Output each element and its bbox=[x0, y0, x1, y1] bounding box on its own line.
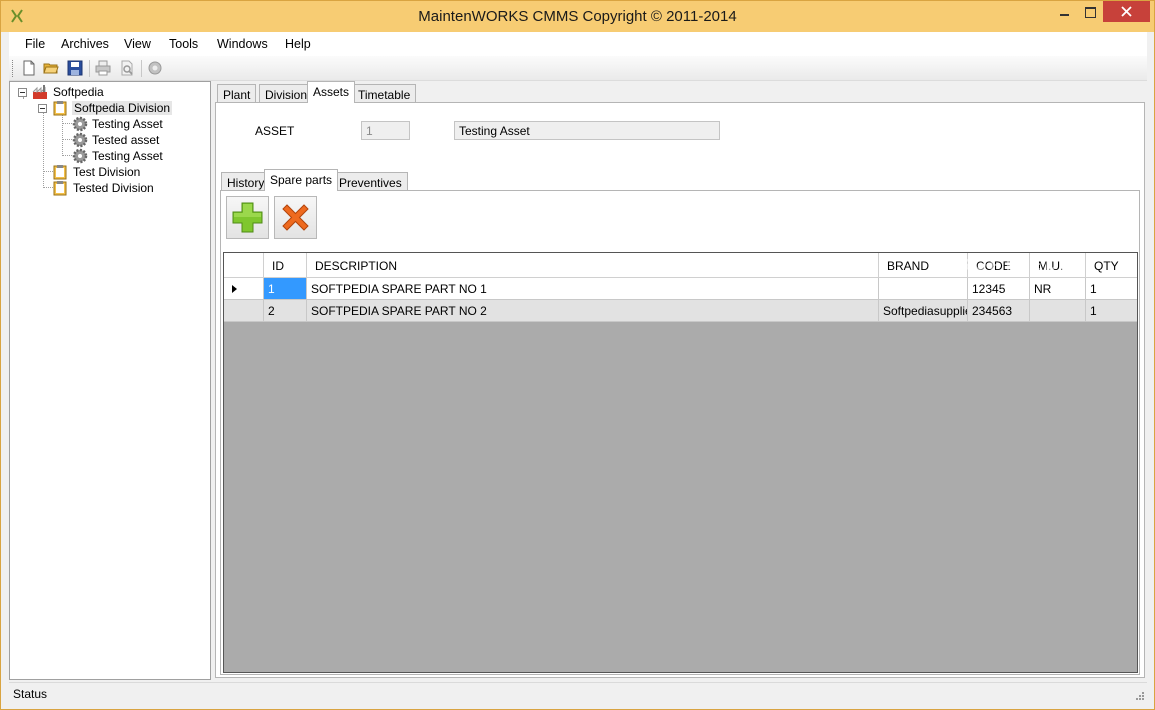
cell-id[interactable]: 1 bbox=[264, 278, 307, 300]
toolbar-grip[interactable] bbox=[12, 60, 15, 77]
row-header[interactable] bbox=[224, 278, 264, 300]
delete-part-button[interactable] bbox=[274, 196, 317, 239]
cell-description[interactable]: SOFTPEDIA SPARE PART NO 2 bbox=[307, 300, 879, 322]
cell-qty[interactable]: 1 bbox=[1086, 278, 1137, 300]
close-button[interactable] bbox=[1103, 1, 1150, 22]
delete-icon bbox=[282, 204, 309, 231]
row-header-corner bbox=[224, 253, 264, 278]
toolbar-separator bbox=[141, 60, 142, 77]
clipboard-icon bbox=[53, 181, 67, 196]
window-title: MaintenWORKS CMMS Copyright © 2011-2014 bbox=[418, 8, 737, 25]
factory-icon bbox=[32, 85, 47, 99]
menu-view[interactable]: View bbox=[124, 37, 151, 51]
tree-label: Tested asset bbox=[92, 133, 160, 147]
tree-label: Test Division bbox=[73, 165, 141, 179]
open-folder-icon[interactable] bbox=[43, 60, 59, 76]
save-icon[interactable] bbox=[67, 60, 83, 76]
column-header-qty[interactable]: QTY bbox=[1086, 253, 1137, 278]
assets-tab-page: ASSET 1 Testing Asset History Spare part… bbox=[215, 102, 1145, 678]
tree-collapse-toggle[interactable] bbox=[38, 104, 47, 113]
menu-help[interactable]: Help bbox=[285, 37, 311, 51]
gear-icon bbox=[72, 132, 88, 148]
tree-label-selected: Softpedia Division bbox=[72, 101, 173, 115]
tree-view[interactable]: Softpedia Softpedia Division Testing Ass… bbox=[9, 81, 211, 680]
clipboard-icon bbox=[53, 101, 67, 116]
add-part-button[interactable] bbox=[226, 196, 269, 239]
column-header-code[interactable]: CODE bbox=[968, 253, 1030, 278]
spare-parts-grid[interactable]: ID DESCRIPTION BRAND CODE M.U. QTY 1 SOF… bbox=[223, 252, 1138, 673]
tree-node-division[interactable]: Softpedia Division bbox=[10, 100, 210, 116]
tree-label: Softpedia bbox=[53, 85, 104, 99]
grid-header-row: ID DESCRIPTION BRAND CODE M.U. QTY bbox=[224, 253, 1137, 278]
asset-id-field[interactable]: 1 bbox=[361, 121, 410, 140]
cell-description[interactable]: SOFTPEDIA SPARE PART NO 1 bbox=[307, 278, 879, 300]
tree-node-asset[interactable]: Tested asset bbox=[10, 132, 210, 148]
tab-history[interactable]: History bbox=[221, 172, 271, 191]
minimize-button[interactable] bbox=[1051, 1, 1077, 22]
print-preview-icon[interactable] bbox=[119, 60, 135, 76]
tab-assets[interactable]: Assets bbox=[307, 81, 356, 103]
row-header[interactable] bbox=[224, 300, 264, 322]
menu-tools[interactable]: Tools bbox=[169, 37, 198, 51]
cell-mu[interactable] bbox=[1030, 300, 1086, 322]
cell-qty[interactable]: 1 bbox=[1086, 300, 1137, 322]
settings-icon[interactable] bbox=[147, 60, 163, 76]
cell-brand[interactable] bbox=[879, 278, 968, 300]
tree-collapse-toggle[interactable] bbox=[18, 88, 27, 97]
maximize-button[interactable] bbox=[1077, 1, 1103, 22]
toolbar-separator bbox=[89, 60, 90, 77]
cell-brand[interactable]: Softpediasupplier bbox=[879, 300, 968, 322]
tree-node-asset[interactable]: Testing Asset bbox=[10, 148, 210, 164]
tab-division[interactable]: Division bbox=[259, 84, 314, 103]
tab-preventives[interactable]: Preventives bbox=[333, 172, 408, 191]
status-text: Status bbox=[13, 687, 48, 701]
menu-file[interactable]: File bbox=[25, 37, 45, 51]
column-header-description[interactable]: DESCRIPTION bbox=[307, 253, 879, 278]
status-bar: Status bbox=[9, 682, 1147, 704]
column-header-mu[interactable]: M.U. bbox=[1030, 253, 1086, 278]
column-header-brand[interactable]: BRAND bbox=[879, 253, 968, 278]
spare-parts-tab-page: ID DESCRIPTION BRAND CODE M.U. QTY 1 SOF… bbox=[220, 190, 1140, 675]
tree-node-division[interactable]: Test Division bbox=[10, 164, 210, 180]
cell-code[interactable]: 234563 bbox=[968, 300, 1030, 322]
add-icon bbox=[232, 202, 263, 233]
table-row[interactable]: 2 SOFTPEDIA SPARE PART NO 2 Softpediasup… bbox=[224, 300, 1137, 322]
clipboard-icon bbox=[53, 165, 67, 180]
resize-grip-icon[interactable] bbox=[1134, 690, 1144, 700]
title-bar[interactable]: MaintenWORKS CMMS Copyright © 2011-2014 bbox=[1, 1, 1154, 32]
asset-label: ASSET bbox=[255, 124, 295, 138]
table-row[interactable]: 1 SOFTPEDIA SPARE PART NO 1 12345 NR 1 bbox=[224, 278, 1137, 300]
tab-plant[interactable]: Plant bbox=[217, 84, 257, 103]
main-panel: Plant Division Assets Timetable ASSET 1 … bbox=[215, 81, 1147, 680]
cell-mu[interactable]: NR bbox=[1030, 278, 1086, 300]
new-file-icon[interactable] bbox=[21, 60, 37, 76]
gear-icon bbox=[72, 148, 88, 164]
cell-id[interactable]: 2 bbox=[264, 300, 307, 322]
toolbar bbox=[9, 56, 1147, 81]
tree-label: Testing Asset bbox=[92, 149, 163, 163]
tree-label: Testing Asset bbox=[92, 117, 163, 131]
app-window: MaintenWORKS CMMS Copyright © 2011-2014 … bbox=[0, 0, 1155, 710]
tree-label: Tested Division bbox=[73, 181, 154, 195]
close-icon bbox=[1121, 6, 1132, 17]
tab-spare-parts[interactable]: Spare parts bbox=[264, 169, 339, 191]
cell-code[interactable]: 12345 bbox=[968, 278, 1030, 300]
column-header-id[interactable]: ID bbox=[264, 253, 307, 278]
current-row-arrow-icon bbox=[232, 285, 237, 293]
tab-timetable[interactable]: Timetable bbox=[352, 84, 417, 103]
tree-node-root[interactable]: Softpedia bbox=[10, 84, 210, 100]
menu-bar: File Archives View Tools Windows Help bbox=[9, 32, 1147, 56]
tree-node-asset[interactable]: Testing Asset bbox=[10, 116, 210, 132]
menu-windows[interactable]: Windows bbox=[217, 37, 268, 51]
asset-name-field[interactable]: Testing Asset bbox=[454, 121, 720, 140]
print-icon[interactable] bbox=[95, 60, 111, 76]
gear-icon bbox=[72, 116, 88, 132]
tree-node-division[interactable]: Tested Division bbox=[10, 180, 210, 196]
menu-archives[interactable]: Archives bbox=[61, 37, 109, 51]
